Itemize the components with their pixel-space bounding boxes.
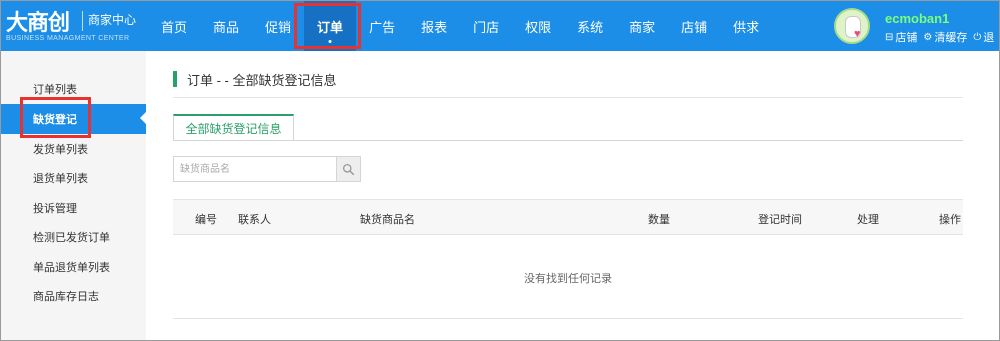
nav-item-shop[interactable]: 店铺	[668, 1, 720, 51]
sidebar-item-delivery-list[interactable]: 发货单列表	[1, 134, 146, 164]
nav-item-goods[interactable]: 商品	[200, 1, 252, 51]
logout-link[interactable]: ⏻ 退	[973, 29, 994, 45]
nav-item-label: 店铺	[681, 19, 708, 35]
logo-english-subtitle: BUSINESS MANAGMENT CENTER	[6, 35, 130, 42]
search-box	[173, 156, 361, 182]
column-header-actions: 操作	[939, 214, 961, 226]
title-divider	[173, 97, 963, 98]
nav-item-home[interactable]: 首页	[148, 1, 200, 51]
empty-table-message: 没有找到任何记录	[524, 273, 612, 285]
nav-item-stores[interactable]: 门店	[460, 1, 512, 51]
nav-item-ads[interactable]: 广告	[356, 1, 408, 51]
column-header-processing: 处理	[857, 214, 879, 226]
nav-item-label: 促销	[265, 19, 292, 35]
sidebar-item-label: 缺货登记	[33, 114, 77, 126]
store-link-label: 店铺	[895, 32, 918, 44]
app-frame: 大商创 商家中心 BUSINESS MANAGMENT CENTER 首页 商品…	[0, 0, 1000, 341]
column-header-contact: 联系人	[238, 214, 271, 226]
nav-item-label: 广告	[369, 19, 396, 35]
store-icon: ⊟	[885, 31, 894, 43]
nav-item-label: 系统	[577, 19, 604, 35]
nav-item-label: 商家	[629, 19, 656, 35]
column-header-id: 编号	[195, 214, 217, 226]
nav-item-permissions[interactable]: 权限	[512, 1, 564, 51]
logo-main-text: 大商创	[6, 11, 70, 36]
logo-subtitle: 商家中心	[88, 13, 137, 27]
column-header-quantity: 数量	[648, 214, 670, 226]
user-links: ⊟ 店铺 ⚙ 清缓存 ⏻ 退	[885, 29, 994, 45]
tab-divider	[173, 140, 963, 141]
sidebar-item-single-return-list[interactable]: 单品退货单列表	[1, 252, 146, 282]
username[interactable]: ecmoban1	[885, 11, 949, 26]
tab-label: 全部缺货登记信息	[185, 122, 282, 136]
sidebar-item-return-list[interactable]: 退货单列表	[1, 163, 146, 193]
nav-item-label: 供求	[733, 19, 760, 35]
heart-icon: ♥	[854, 28, 861, 40]
logo[interactable]: 大商创 商家中心 BUSINESS MANAGMENT CENTER	[6, 5, 156, 45]
main-nav: 首页 商品 促销 订单 广告 报表 门店 权限 系统 商家 店铺 供求	[148, 1, 772, 51]
sidebar-item-stockout-register[interactable]: 缺货登记	[1, 104, 146, 134]
logout-label: 退	[983, 32, 995, 44]
sidebar-item-label: 订单列表	[33, 84, 77, 96]
sidebar-item-check-shipped[interactable]: 检测已发货订单	[1, 222, 146, 252]
active-arrow-icon	[140, 111, 147, 125]
sidebar: 订单列表 缺货登记 发货单列表 退货单列表 投诉管理 检测已发货订单 单品退货单…	[1, 51, 146, 340]
page-title-text: 订单 - - 全部缺货登记信息	[187, 72, 337, 88]
nav-item-merchant[interactable]: 商家	[616, 1, 668, 51]
nav-item-label: 订单	[317, 19, 344, 35]
table-bottom-divider	[173, 318, 963, 319]
sidebar-item-label: 商品库存日志	[33, 291, 99, 303]
search-button[interactable]	[336, 157, 360, 181]
nav-item-label: 首页	[161, 19, 188, 35]
sidebar-item-label: 投诉管理	[33, 203, 77, 215]
nav-item-promotion[interactable]: 促销	[252, 1, 304, 51]
sidebar-item-label: 检测已发货订单	[33, 232, 110, 244]
column-header-register-time: 登记时间	[758, 214, 802, 226]
logo-divider	[82, 11, 83, 31]
column-header-goods-name: 缺货商品名	[360, 214, 415, 226]
nav-item-label: 报表	[421, 19, 448, 35]
clear-cache-link[interactable]: ⚙ 清缓存	[923, 29, 967, 45]
search-input[interactable]	[174, 157, 336, 181]
nav-item-supply[interactable]: 供求	[720, 1, 772, 51]
nav-item-label: 权限	[525, 19, 552, 35]
search-icon	[342, 163, 355, 175]
active-indicator-dot	[328, 40, 332, 43]
nav-item-label: 门店	[473, 19, 500, 35]
top-bar: 大商创 商家中心 BUSINESS MANAGMENT CENTER 首页 商品…	[1, 1, 999, 51]
sidebar-item-label: 发货单列表	[33, 144, 88, 156]
page-title: 订单 - - 全部缺货登记信息	[173, 71, 337, 88]
nav-item-reports[interactable]: 报表	[408, 1, 460, 51]
nav-item-system[interactable]: 系统	[564, 1, 616, 51]
tab-all-stockout[interactable]: 全部缺货登记信息	[173, 114, 294, 141]
store-link[interactable]: ⊟ 店铺	[885, 29, 917, 45]
sidebar-item-label: 单品退货单列表	[33, 262, 110, 274]
sidebar-item-order-list[interactable]: 订单列表	[1, 74, 146, 104]
sidebar-item-stock-log[interactable]: 商品库存日志	[1, 281, 146, 311]
nav-item-label: 商品	[213, 19, 240, 35]
main-content: 订单 - - 全部缺货登记信息 全部缺货登记信息 编号 联系人 缺货商品名 数量…	[147, 51, 999, 340]
table-header: 编号 联系人 缺货商品名 数量 登记时间 处理 操作	[173, 199, 963, 235]
clear-cache-label: 清缓存	[934, 32, 968, 44]
avatar[interactable]: ♥	[834, 8, 870, 44]
title-accent-bar	[173, 71, 177, 87]
nav-item-orders[interactable]: 订单	[304, 1, 357, 51]
power-icon: ⏻	[973, 31, 982, 43]
gear-icon: ⚙	[923, 31, 933, 43]
sidebar-item-complaints[interactable]: 投诉管理	[1, 193, 146, 223]
sidebar-item-label: 退货单列表	[33, 173, 88, 185]
